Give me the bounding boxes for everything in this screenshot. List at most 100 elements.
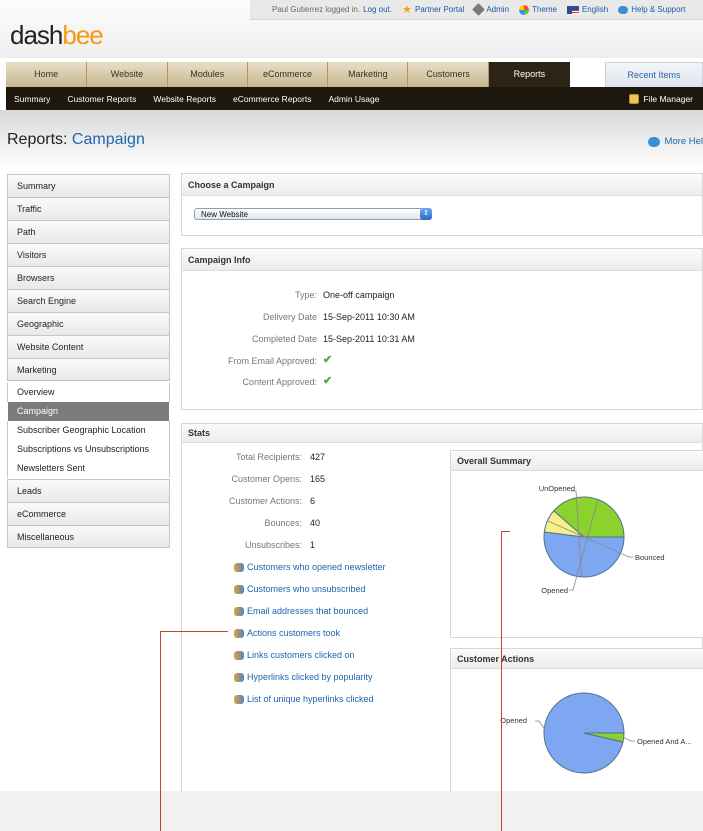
subnav-customer-reports[interactable]: Customer Reports xyxy=(67,94,136,104)
partner-portal-link[interactable]: ★ Partner Portal xyxy=(401,3,464,16)
campaign-select[interactable]: New Website ⇕ xyxy=(194,208,432,220)
tab-home[interactable]: Home xyxy=(6,62,88,87)
sidebar-item-website-content[interactable]: Website Content xyxy=(7,335,170,358)
info-type-label-text: Type: xyxy=(294,290,317,300)
file-manager-link[interactable]: File Manager xyxy=(629,93,703,104)
sidebar-item-miscellaneous[interactable]: Miscellaneous xyxy=(7,525,170,548)
sidebar-item-traffic[interactable]: Traffic xyxy=(7,197,170,220)
link-label: Customers who unsubscribed xyxy=(247,584,366,594)
subnav-summary[interactable]: Summary xyxy=(14,94,50,104)
sidebar-sub-overview[interactable]: Overview xyxy=(7,383,170,402)
subnav-website-reports[interactable]: Website Reports xyxy=(153,94,216,104)
link-unique-hyperlinks[interactable]: List of unique hyperlinks clicked xyxy=(234,694,374,704)
people-icon xyxy=(234,672,244,682)
tab-modules[interactable]: Modules xyxy=(167,62,248,87)
link-customers-unsubscribed[interactable]: Customers who unsubscribed xyxy=(234,584,366,594)
link-label: Hyperlinks clicked by popularity xyxy=(247,672,373,682)
sidebar-sub-campaign[interactable]: Campaign xyxy=(8,402,169,421)
dashbee-logo[interactable]: dashbee xyxy=(10,20,104,51)
logo-text-bee: bee xyxy=(62,20,103,50)
tab-reports[interactable]: Reports xyxy=(488,62,571,87)
info-delivery-label: Delivery Date xyxy=(182,312,317,324)
help-support-link[interactable]: Help & Support xyxy=(618,5,685,14)
info-type-value: One-off campaign xyxy=(323,290,395,300)
language-label: English xyxy=(581,5,609,14)
overall-summary-panel: Overall Summary UnOpened Bounced Opened xyxy=(450,450,703,638)
campaign-info-heading: Campaign Info xyxy=(182,249,702,271)
pie-label-connector xyxy=(623,737,635,742)
theme-link[interactable]: Theme xyxy=(519,4,557,15)
main-nav: Home Website Modules eCommerce Marketing… xyxy=(6,62,703,87)
tab-customers[interactable]: Customers xyxy=(408,62,489,87)
recent-items-tab[interactable]: Recent Items xyxy=(605,62,703,87)
link-email-bounced[interactable]: Email addresses that bounced xyxy=(234,606,368,616)
link-label: Actions customers took xyxy=(247,628,341,638)
from-email-approved-check-icon: ✔ xyxy=(323,354,333,366)
sidebar-item-browsers[interactable]: Browsers xyxy=(7,266,170,289)
subnav-ecommerce-reports[interactable]: eCommerce Reports xyxy=(233,94,311,104)
link-links-clicked[interactable]: Links customers clicked on xyxy=(234,650,355,660)
link-label: Links customers clicked on xyxy=(247,650,355,660)
pie-label: Opened xyxy=(500,716,527,725)
info-completed-label-text: Completed Date xyxy=(251,334,317,344)
logout-link[interactable]: Log out. xyxy=(363,5,392,14)
stat-label-text: Customer Opens: xyxy=(231,474,302,484)
top-bar: dashbee Paul Gutierrez logged in. Log ou… xyxy=(0,0,703,58)
pie-label: Bounced xyxy=(635,553,665,562)
file-manager-label: File Manager xyxy=(643,93,693,104)
pie-label-connector xyxy=(535,720,545,729)
stat-bounces-value: 40 xyxy=(310,518,321,528)
people-icon xyxy=(234,628,244,638)
select-arrows-icon: ⇕ xyxy=(420,208,432,220)
choose-campaign-panel: Choose a Campaign New Website ⇕ xyxy=(181,173,703,236)
sidebar-item-summary[interactable]: Summary xyxy=(7,174,170,197)
stat-unsubscribes-value: 1 xyxy=(310,540,316,550)
sidebar-item-ecommerce[interactable]: eCommerce xyxy=(7,502,170,525)
sidebar-item-leads[interactable]: Leads xyxy=(7,479,170,502)
language-link[interactable]: English xyxy=(566,5,609,14)
overall-summary-pie-chart: UnOpened Bounced Opened xyxy=(539,484,665,595)
tab-ecommerce[interactable]: eCommerce xyxy=(247,62,329,87)
star-icon: ★ xyxy=(401,3,412,16)
sidebar-item-search-engine[interactable]: Search Engine xyxy=(7,289,170,312)
page-title-main: Campaign xyxy=(71,131,145,148)
subnav-admin-usage[interactable]: Admin Usage xyxy=(328,94,379,104)
login-status: Paul Gutierrez logged in. Log out. xyxy=(272,5,392,14)
sidebar-item-marketing[interactable]: Marketing xyxy=(7,358,170,381)
stat-label-text: Unsubscribes: xyxy=(244,540,302,550)
pie-label: Opened And A... xyxy=(637,737,692,746)
admin-label: Admin xyxy=(486,5,510,14)
people-icon xyxy=(234,562,244,572)
sidebar-item-path[interactable]: Path xyxy=(7,220,170,243)
stat-customer-actions-label: Customer Actions: xyxy=(182,496,302,508)
stat-customer-opens-value: 165 xyxy=(310,474,326,484)
more-help-link[interactable]: More Hel xyxy=(648,136,703,147)
sidebar-item-visitors[interactable]: Visitors xyxy=(7,243,170,266)
link-actions-customers-took[interactable]: Actions customers took xyxy=(234,628,340,638)
callout-line-vertical-2 xyxy=(501,531,502,831)
sidebar-sub-subscriber-geographic-location[interactable]: Subscriber Geographic Location xyxy=(7,421,170,440)
stats-heading: Stats xyxy=(182,424,702,443)
stat-total-recipients-value: 427 xyxy=(310,452,326,462)
customer-actions-panel: Customer Actions Opened Opened And A... xyxy=(450,648,703,794)
sidebar-item-geographic[interactable]: Geographic xyxy=(7,312,170,335)
pie-label: Opened xyxy=(541,586,568,595)
stat-unsubscribes-label: Unsubscribes: xyxy=(182,540,302,552)
sidebar-sub-subscriptions-vs-unsubscriptions[interactable]: Subscriptions vs Unsubscriptions xyxy=(7,440,170,459)
flag-icon xyxy=(566,5,579,14)
info-completed-value: 15-Sep-2011 10:31 AM xyxy=(323,334,415,344)
link-hyperlinks-popularity[interactable]: Hyperlinks clicked by popularity xyxy=(234,672,373,682)
tab-marketing[interactable]: Marketing xyxy=(328,62,409,87)
overall-summary-heading: Overall Summary xyxy=(451,451,703,471)
more-help-label: More Hel xyxy=(664,136,703,147)
help-support-label: Help & Support xyxy=(631,5,686,14)
sidebar-sub-newsletters-sent[interactable]: Newsletters Sent xyxy=(7,459,170,478)
tab-website[interactable]: Website xyxy=(87,62,168,87)
stat-label-text: Customer Actions: xyxy=(228,496,302,506)
link-customers-opened[interactable]: Customers who opened newsletter xyxy=(234,562,386,572)
content-approved-check-icon: ✔ xyxy=(323,375,333,387)
admin-link[interactable]: Admin xyxy=(472,3,510,16)
pie-slice-unopened[interactable] xyxy=(543,531,625,578)
campaign-info-panel: Campaign Info Type: One-off campaign Del… xyxy=(181,248,703,410)
reports-sidebar: Summary Traffic Path Visitors Browsers S… xyxy=(7,174,170,548)
